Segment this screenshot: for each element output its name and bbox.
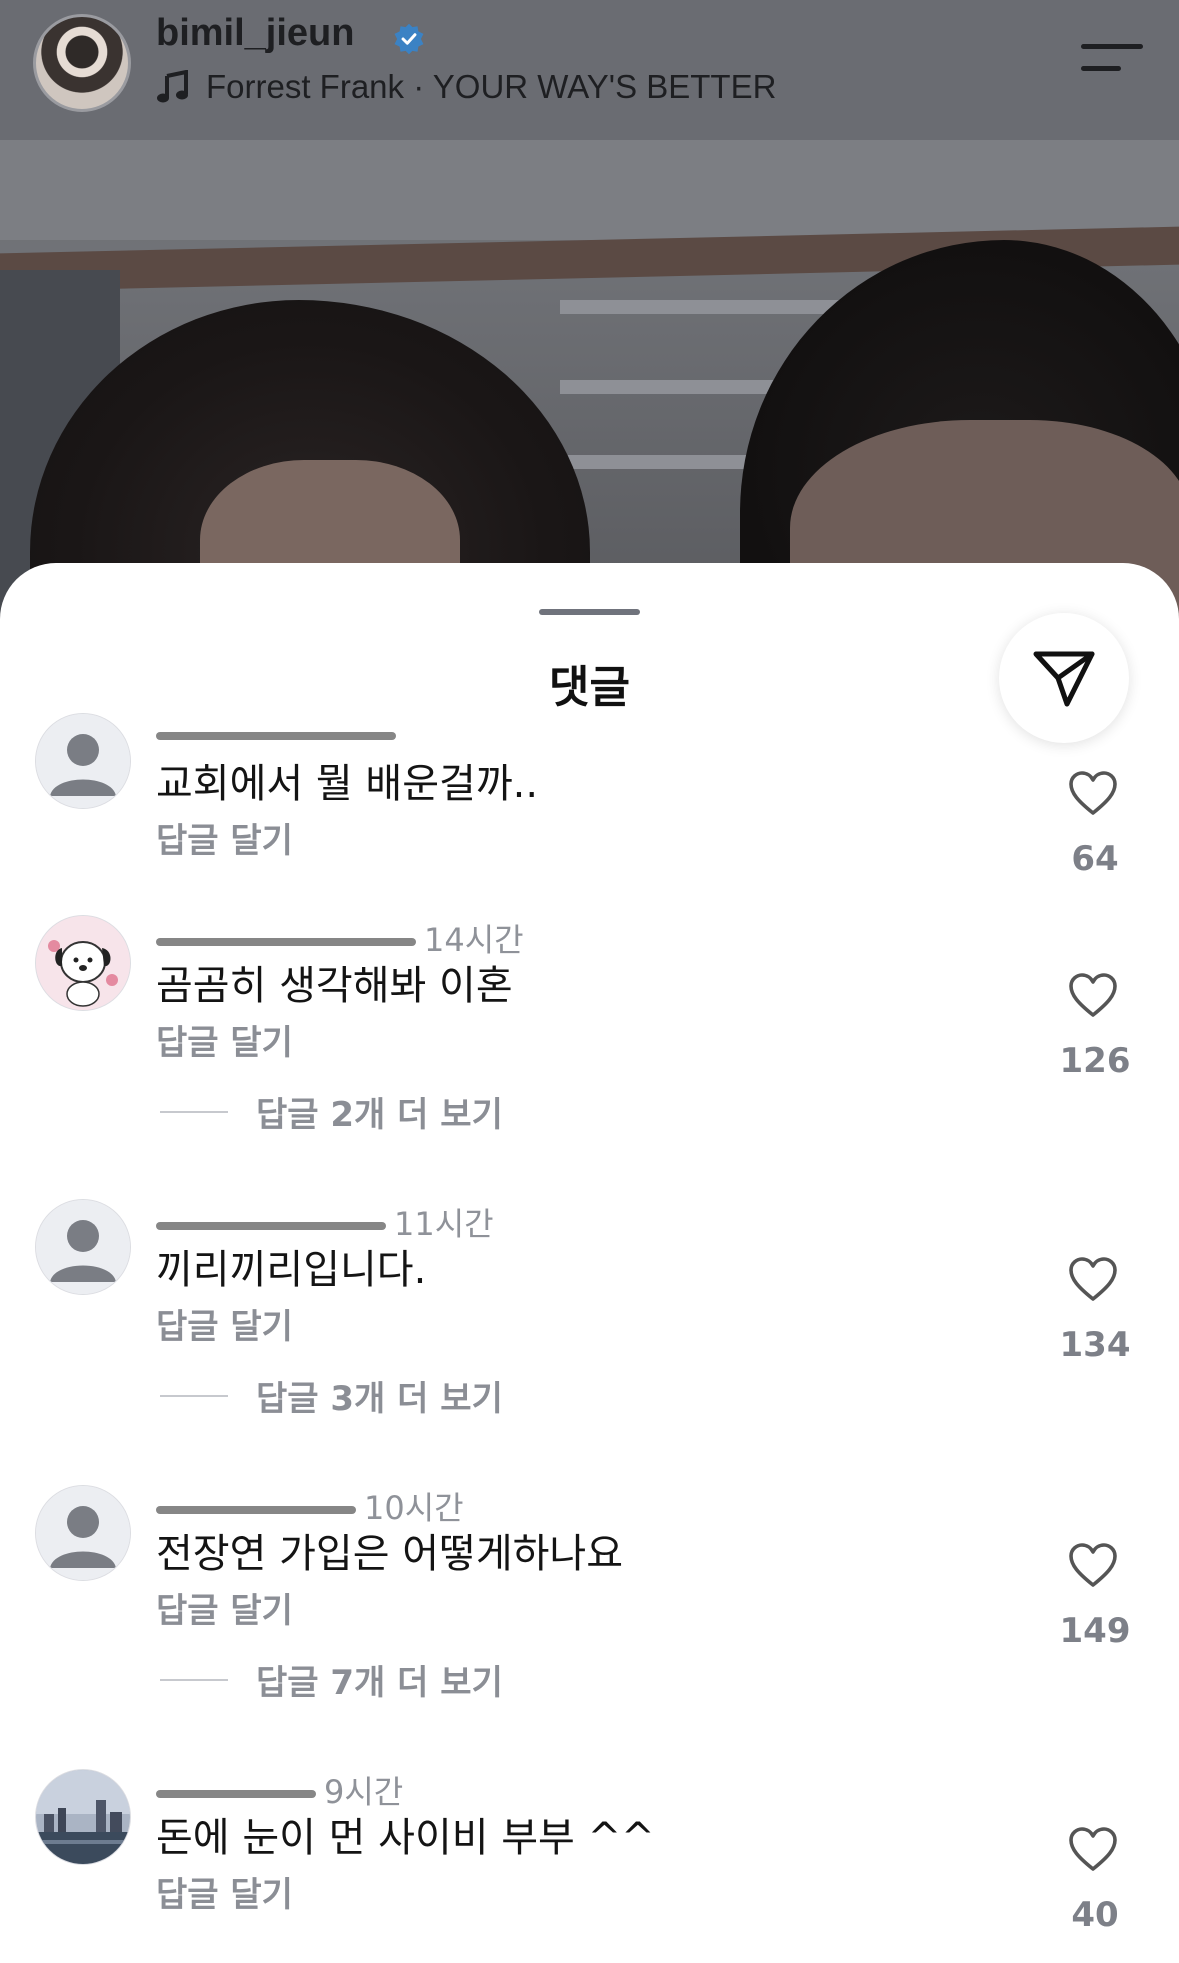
ceiling (0, 140, 1179, 240)
heart-icon[interactable] (1068, 771, 1118, 817)
view-more-replies-label: 답글 2개 더 보기 (256, 1095, 503, 1135)
author-username[interactable]: bimil_jieun (156, 12, 354, 55)
verified-badge-icon (394, 23, 424, 55)
reply-button[interactable]: 답글 달기 (156, 1015, 293, 1064)
commenter-avatar[interactable] (35, 713, 131, 809)
default-user-icon (36, 1200, 130, 1294)
heart-icon[interactable] (1068, 1543, 1118, 1589)
commenter-avatar[interactable] (35, 1199, 131, 1295)
commenter-avatar[interactable] (35, 1769, 131, 1865)
reply-button[interactable]: 답글 달기 (156, 1583, 293, 1632)
commenter-avatar[interactable] (35, 1485, 131, 1581)
view-more-replies[interactable]: 답글 7개 더 보기 (160, 1655, 503, 1704)
menu-icon[interactable] (1081, 38, 1143, 78)
comment-text: 돈에 눈이 먼 사이비 부부 ^^ (156, 1815, 655, 1861)
music-note-icon (157, 70, 188, 103)
commenter-username-redacted[interactable] (156, 715, 404, 753)
author-avatar[interactable] (33, 14, 131, 112)
heart-icon[interactable] (1068, 973, 1118, 1019)
commenter-avatar[interactable] (35, 915, 131, 1011)
divider (160, 1394, 228, 1397)
heart-icon[interactable] (1068, 1257, 1118, 1303)
reply-button[interactable]: 답글 달기 (156, 1299, 293, 1348)
reply-button[interactable]: 답글 달기 (156, 1867, 293, 1916)
comment-text: 곰곰히 생각해봐 이혼 (156, 963, 513, 1009)
send-icon (1033, 651, 1095, 707)
music-track-label: Forrest Frank · YOUR WAY'S BETTER (206, 68, 777, 105)
share-button[interactable] (999, 613, 1129, 743)
comments-sheet: 댓글 교회에서 뭘 배운걸까.. 답글 달기 64 14시간 곰곰히 생각해봐 … (0, 563, 1179, 1963)
sheet-grabber-handle[interactable] (539, 609, 640, 615)
comment-text: 교회에서 뭘 배운걸까.. (156, 761, 539, 807)
heart-icon[interactable] (1068, 1827, 1118, 1873)
divider (160, 1110, 228, 1113)
default-user-icon (36, 714, 130, 808)
comment-text: 전장연 가입은 어떻게하나요 (156, 1531, 624, 1577)
city-photo-avatar (36, 1770, 130, 1864)
like-count: 149 (1059, 1611, 1131, 1651)
like-count: 64 (1071, 839, 1119, 879)
reply-button[interactable]: 답글 달기 (156, 813, 293, 862)
default-user-icon (36, 1486, 130, 1580)
view-more-replies-label: 답글 3개 더 보기 (256, 1379, 503, 1419)
like-count: 126 (1059, 1041, 1131, 1081)
like-count: 134 (1059, 1325, 1131, 1365)
view-more-replies-label: 답글 7개 더 보기 (256, 1663, 503, 1703)
post-header: bimil_jieun Forrest Frank · YOUR WAY'S B… (0, 0, 1179, 140)
view-more-replies[interactable]: 답글 3개 더 보기 (160, 1371, 503, 1420)
music-track[interactable]: Forrest Frank · YOUR WAY'S BETTER (156, 68, 776, 106)
comment-text: 끼리끼리입니다. (156, 1247, 427, 1293)
puppy-character-avatar (36, 916, 130, 1010)
view-more-replies[interactable]: 답글 2개 더 보기 (160, 1087, 503, 1136)
divider (160, 1678, 228, 1681)
like-count: 40 (1071, 1895, 1119, 1935)
